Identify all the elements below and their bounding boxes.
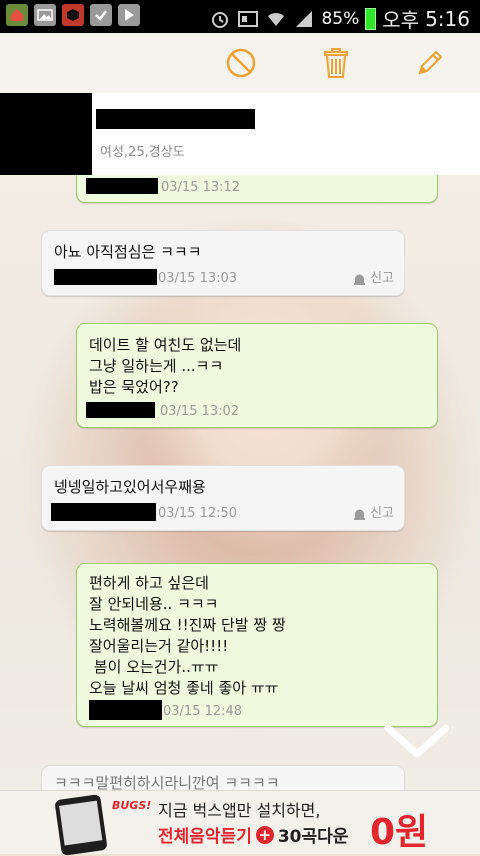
battery-icon (365, 7, 377, 30)
message-text: 넹넹일하고있어서우째용 (54, 478, 206, 496)
phone-image (54, 794, 108, 856)
home-app-icon (6, 4, 28, 26)
ad-banner[interactable]: BUGS! 지금 벅스앱만 설치하면, 전체음악듣기 + 30곡다운 0원 (0, 790, 480, 856)
message-text: 데이트 할 여친도 없는데 그냥 일하는게 ...ㅋㅋ 밥은 묵었어?? (89, 336, 242, 396)
block-icon (226, 48, 256, 78)
plus-icon: + (255, 825, 274, 844)
gallery-icon (34, 4, 56, 26)
message-timestamp: 03/15 12:48 (163, 704, 243, 719)
message-sent-bubble[interactable]: 데이트 할 여친도 없는데 그냥 일하는게 ...ㅋㅋ 밥은 묵었어?? 03/… (76, 323, 438, 428)
ad-line2a: 전체음악듣기 (158, 827, 252, 847)
redacted-sender (54, 269, 157, 285)
data-saver-icon (237, 8, 259, 30)
chat-area[interactable]: 03/15 13:12 아뇨 아직점심은 ㅋㅋㅋ 03/15 13:03 신고 … (0, 175, 480, 790)
redacted-sender (86, 402, 155, 418)
message-text: 아뇨 아직점심은 ㅋㅋㅋ (54, 243, 202, 261)
redacted-sender (89, 700, 162, 720)
alarm-icon (209, 8, 231, 30)
ad-line2: 전체음악듣기 + 30곡다운 (158, 822, 348, 847)
action-bar (0, 33, 480, 94)
message-received-bubble[interactable]: 넹넹일하고있어서우째용 03/15 12:50 신고 (41, 465, 405, 531)
chevron-down-icon (384, 724, 450, 758)
report-button[interactable]: 신고 (353, 268, 394, 289)
report-label: 신고 (370, 271, 394, 286)
ad-price: 0원 (370, 812, 429, 853)
report-button[interactable]: 신고 (353, 503, 394, 524)
signal-icon (293, 8, 315, 30)
status-time: 5:16 (425, 6, 470, 31)
ad-line1: 지금 벅스앱만 설치하면, (158, 801, 321, 820)
wifi-icon (265, 8, 287, 30)
battery-percent: 85% (321, 8, 360, 29)
app-cube-icon (62, 4, 84, 26)
message-received-bubble[interactable]: 아뇨 아직점심은 ㅋㅋㅋ 03/15 13:03 신고 (41, 230, 405, 296)
status-ampm: 오후 (382, 8, 420, 32)
delete-button[interactable] (316, 43, 356, 83)
scroll-down-button[interactable] (382, 720, 452, 760)
message-timestamp: 03/15 13:12 (161, 180, 241, 195)
ad-brand: BUGS! (112, 799, 152, 812)
message-timestamp: 03/15 12:50 (158, 506, 238, 521)
ad-line2b: 30곡다운 (277, 827, 349, 847)
message-sent-bubble[interactable]: 03/15 13:12 (76, 175, 438, 203)
avatar[interactable] (0, 93, 92, 175)
report-label: 신고 (370, 506, 394, 521)
trash-icon (324, 48, 348, 78)
block-button[interactable] (221, 43, 261, 83)
edit-button[interactable] (410, 43, 450, 83)
task-check-icon (90, 4, 112, 26)
siren-icon (354, 509, 366, 520)
pencil-icon (418, 50, 443, 75)
message-sent-bubble[interactable]: 편하게 하고 싶은데 잘 안되네용.. ㅋㅋㅋ 노력해볼께요 !!진짜 단발 짱… (76, 563, 438, 727)
message-timestamp: 03/15 13:02 (160, 404, 240, 419)
message-text: ㅋㅋㅋ말편히하시라니깐여 ㅋㅋㅋㅋ (54, 774, 280, 790)
message-timestamp: 03/15 13:03 (158, 271, 238, 286)
redacted-sender (86, 178, 158, 194)
siren-icon (354, 274, 366, 285)
status-bar: 85% 오후 5:16 (0, 0, 480, 33)
profile-header[interactable]: 여성,25,경상도 (0, 93, 480, 176)
play-store-icon (118, 4, 140, 26)
message-received-bubble[interactable]: ㅋㅋㅋ말편히하시라니깐여 ㅋㅋㅋㅋ (41, 765, 405, 790)
profile-info: 여성,25,경상도 (100, 145, 185, 160)
message-text: 편하게 하고 싶은데 잘 안되네용.. ㅋㅋㅋ 노력해볼께요 !!진짜 단발 짱… (89, 574, 286, 697)
redacted-sender (51, 503, 156, 521)
redacted-name (96, 109, 255, 129)
